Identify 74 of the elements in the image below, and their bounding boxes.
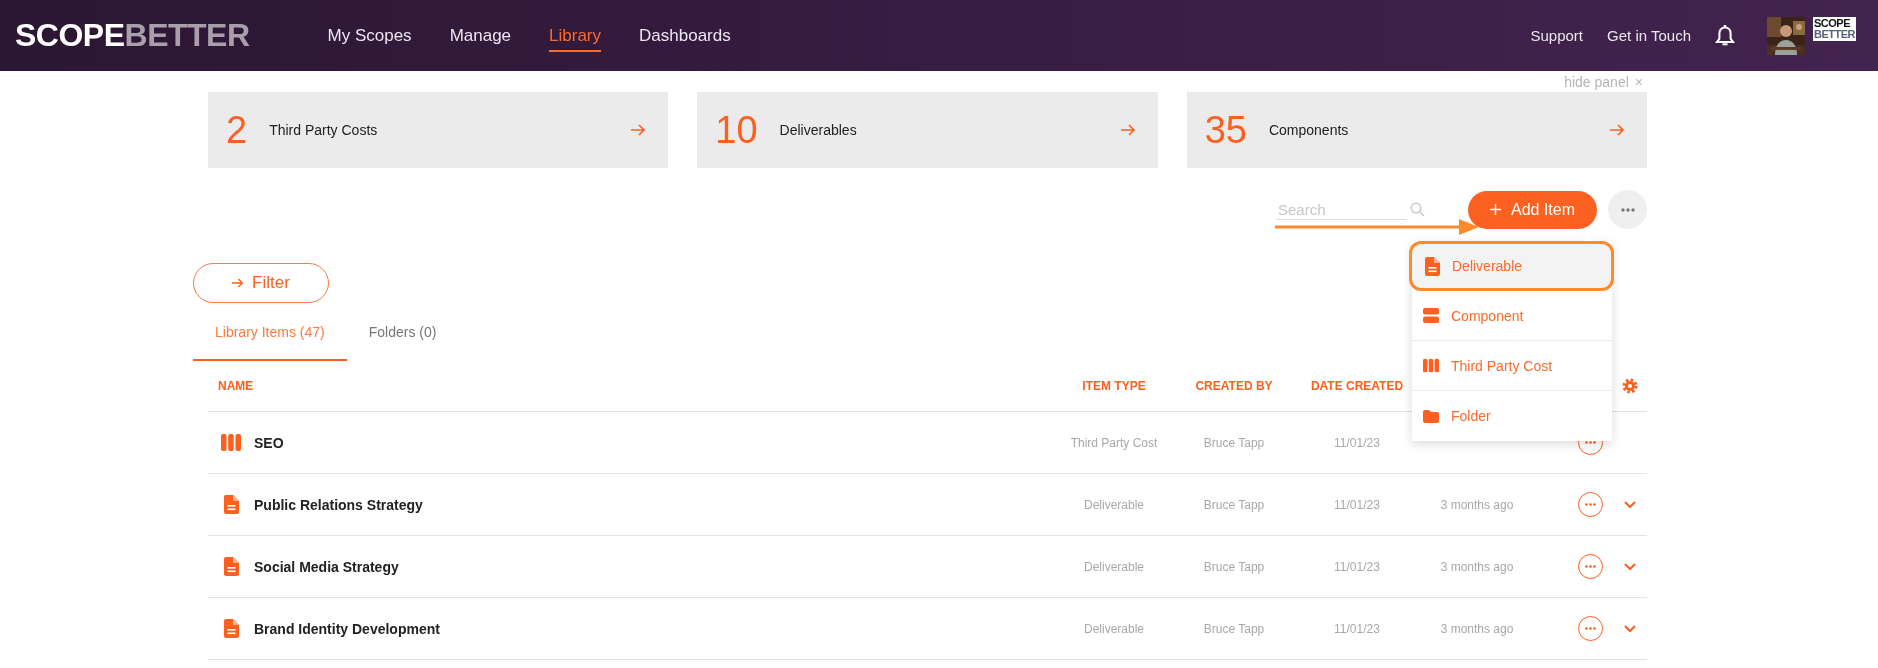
document-icon bbox=[1424, 256, 1440, 276]
modified-time: 3 months ago bbox=[1440, 497, 1514, 512]
date-created: 11/01/23 bbox=[1334, 621, 1380, 636]
row-actions-button[interactable] bbox=[1577, 554, 1603, 579]
creator-name: Bruce Tapp bbox=[1203, 621, 1265, 636]
account-logo: SCOPE BETTER bbox=[1813, 16, 1856, 41]
stat-card[interactable]: 35 Components bbox=[1186, 92, 1647, 168]
stat-count: 10 bbox=[715, 108, 758, 152]
item-name[interactable]: Brand Identity Development bbox=[254, 620, 440, 637]
nav-link[interactable]: Dashboards bbox=[639, 19, 731, 52]
date-created: 11/01/23 bbox=[1334, 559, 1380, 574]
ellipsis-icon bbox=[1584, 565, 1596, 568]
header-link[interactable]: Get in Touch bbox=[1607, 27, 1691, 44]
menu-item[interactable]: Third Party Cost bbox=[1412, 341, 1612, 391]
creator-name: Bruce Tapp bbox=[1203, 559, 1265, 574]
stat-count: 35 bbox=[1204, 108, 1247, 152]
stat-card[interactable]: 2 Third Party Costs bbox=[208, 92, 669, 168]
filter-button[interactable]: Filter bbox=[193, 263, 329, 303]
folder-icon bbox=[1423, 409, 1439, 423]
date-created: 11/01/23 bbox=[1334, 497, 1380, 512]
document-icon bbox=[223, 619, 239, 638]
bars-icon bbox=[1423, 357, 1439, 374]
ellipsis-icon bbox=[1584, 441, 1596, 444]
column-header[interactable]: CREATED BY bbox=[1195, 379, 1273, 393]
column-header[interactable]: NAME bbox=[218, 379, 254, 393]
chevron-down-icon[interactable] bbox=[1623, 624, 1636, 633]
item-name[interactable]: Social Media Strategy bbox=[254, 558, 399, 575]
row-actions-button[interactable] bbox=[1577, 616, 1603, 641]
row-actions-button[interactable] bbox=[1577, 492, 1603, 517]
creator-name: Bruce Tapp bbox=[1203, 435, 1265, 450]
creator-name: Bruce Tapp bbox=[1203, 497, 1265, 512]
settings-icon[interactable] bbox=[1621, 378, 1638, 394]
header-link[interactable]: Support bbox=[1530, 27, 1584, 44]
nav-link[interactable]: My Scopes bbox=[327, 19, 412, 52]
bell-icon[interactable] bbox=[1715, 24, 1735, 47]
stat-label: Deliverables bbox=[779, 122, 858, 138]
item-type: Deliverable bbox=[1084, 497, 1144, 512]
modified-time: 3 months ago bbox=[1440, 559, 1514, 574]
ellipsis-icon bbox=[1584, 627, 1596, 630]
ellipsis-icon bbox=[1620, 207, 1635, 212]
plus-icon bbox=[1489, 204, 1501, 215]
stat-count: 2 bbox=[226, 108, 248, 152]
column-header[interactable]: ITEM TYPE bbox=[1082, 379, 1146, 393]
item-type: Third Party Cost bbox=[1070, 435, 1158, 450]
column-header[interactable]: DATE CREATED bbox=[1310, 379, 1404, 393]
item-name[interactable]: SEO bbox=[254, 434, 284, 451]
stacked-blocks-icon bbox=[1423, 308, 1439, 323]
menu-item[interactable]: Component bbox=[1412, 291, 1612, 341]
modified-time: 3 months ago bbox=[1440, 621, 1514, 636]
stat-label: Third Party Costs bbox=[269, 122, 379, 138]
item-type: Deliverable bbox=[1084, 621, 1144, 636]
more-button[interactable] bbox=[1608, 190, 1647, 229]
arrow-right-icon bbox=[1120, 124, 1136, 136]
add-item-button[interactable]: Add Item bbox=[1467, 190, 1597, 229]
nav-link[interactable]: Manage bbox=[449, 19, 512, 52]
stat-card[interactable]: 10 Deliverables bbox=[697, 92, 1158, 168]
logo[interactable]: SCOPEBETTER bbox=[15, 17, 250, 54]
search-icon[interactable] bbox=[1409, 202, 1425, 217]
document-icon bbox=[223, 557, 239, 576]
arrow-right-icon bbox=[631, 124, 647, 136]
chevron-down-icon[interactable] bbox=[1623, 562, 1636, 571]
ellipsis-icon bbox=[1584, 503, 1596, 506]
tab[interactable]: Folders (0) bbox=[346, 303, 459, 361]
document-icon bbox=[223, 495, 239, 514]
stat-label: Components bbox=[1268, 122, 1350, 138]
bars-icon bbox=[221, 434, 241, 451]
arrow-right-icon bbox=[232, 277, 245, 289]
item-type: Deliverable bbox=[1084, 559, 1144, 574]
item-name[interactable]: Public Relations Strategy bbox=[254, 496, 423, 513]
nav-link[interactable]: Library bbox=[549, 19, 602, 52]
chevron-down-icon[interactable] bbox=[1623, 500, 1636, 509]
arrow-right-icon bbox=[1610, 124, 1625, 136]
date-created: 11/01/23 bbox=[1334, 435, 1380, 450]
menu-item[interactable]: Folder bbox=[1412, 391, 1612, 441]
